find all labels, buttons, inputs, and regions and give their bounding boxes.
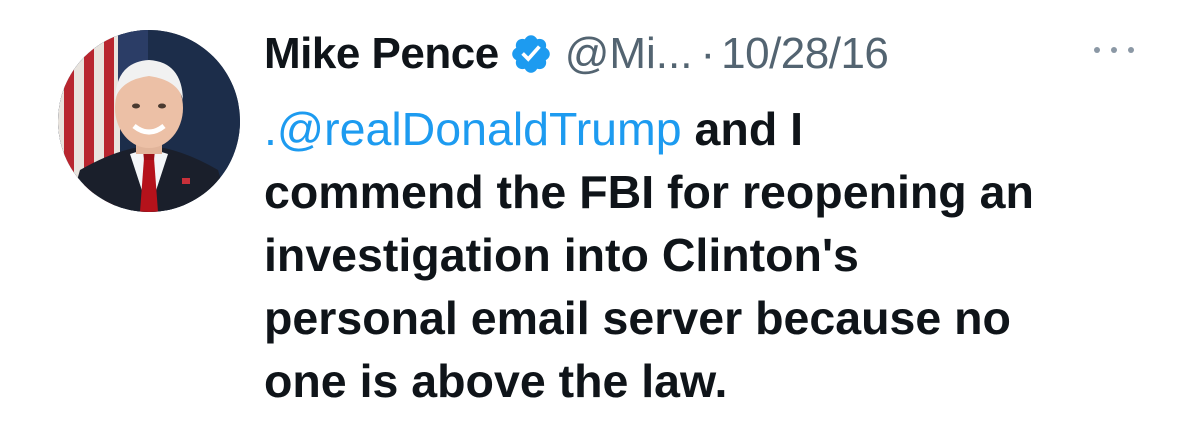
tweet-text-line: .@realDonaldTrump and I	[264, 98, 1164, 161]
profile-photo-icon	[58, 30, 240, 212]
tweet-text-line: one is above the law.	[264, 355, 728, 407]
tweet-card[interactable]: Mike Pence @Mi... · 10/28/16 .@realDonal…	[0, 0, 1200, 432]
tweet-text-line: commend the FBI for reopening an	[264, 166, 1034, 218]
more-options-icon[interactable]	[1094, 38, 1134, 62]
author-handle[interactable]: @Mi...	[565, 29, 693, 79]
tweet-header: Mike Pence @Mi... · 10/28/16	[264, 24, 889, 84]
more-dot	[1128, 47, 1134, 53]
tweet-text-line: personal email server because no	[264, 292, 1011, 344]
mention-link[interactable]: .@realDonaldTrump	[264, 103, 682, 155]
tweet-text: .@realDonaldTrump and I commend the FBI …	[264, 98, 1164, 413]
author-display-name[interactable]: Mike Pence	[264, 29, 499, 79]
tweet-text-segment: and I	[681, 103, 804, 155]
more-dot	[1094, 47, 1100, 53]
more-dot	[1111, 47, 1117, 53]
tweet-text-line: investigation into Clinton's	[264, 229, 859, 281]
verified-badge-icon	[509, 32, 553, 76]
author-avatar[interactable]	[58, 30, 240, 212]
tweet-date[interactable]: 10/28/16	[721, 29, 889, 79]
header-separator: ·	[700, 29, 716, 78]
